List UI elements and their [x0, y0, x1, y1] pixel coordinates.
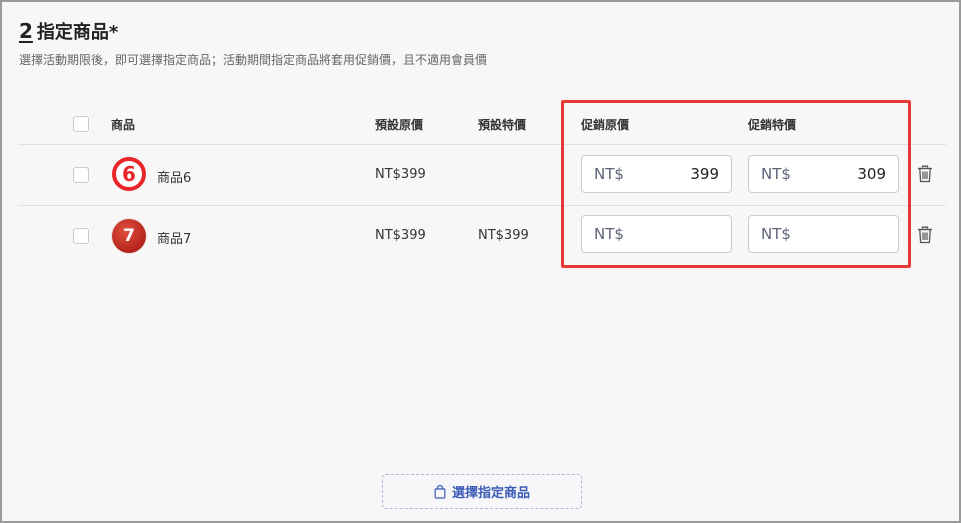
product-thumbnail: 6	[112, 157, 146, 191]
required-mark: *	[108, 22, 119, 43]
default-original-price: NT$399	[375, 167, 426, 182]
header-default-special: 預設特價	[478, 118, 527, 132]
select-all-checkbox[interactable]	[73, 116, 89, 132]
trash-icon[interactable]	[917, 165, 933, 183]
default-special-price: NT$399	[478, 228, 529, 243]
section-title: 2 指定商品 *	[19, 18, 118, 44]
default-original-price: NT$399	[375, 228, 426, 243]
header-default-original: 預設原價	[375, 118, 424, 132]
row-checkbox[interactable]	[73, 167, 89, 183]
select-products-label: 選擇指定商品	[451, 486, 530, 501]
section-title-text: 指定商品	[36, 22, 109, 43]
row-checkbox[interactable]	[73, 228, 89, 244]
product-thumbnail: 7	[112, 219, 146, 253]
step-number: 2	[19, 19, 33, 43]
thumbnail-number: 6	[122, 162, 136, 186]
shopping-bag-icon	[434, 484, 446, 499]
thumbnail-number: 7	[123, 226, 135, 246]
highlight-box	[561, 100, 911, 268]
product-selection-panel: 2 指定商品 * 選擇活動期限後，即可選擇指定商品；活動期間指定商品將套用促銷價…	[0, 0, 961, 523]
product-name: 商品7	[157, 232, 192, 247]
header-product: 商品	[111, 118, 136, 132]
trash-icon[interactable]	[917, 226, 933, 244]
product-name: 商品6	[157, 171, 192, 186]
section-subtitle: 選擇活動期限後，即可選擇指定商品；活動期間指定商品將套用促銷價，且不適用會員價	[19, 53, 488, 67]
select-products-button[interactable]: 選擇指定商品	[382, 474, 582, 509]
